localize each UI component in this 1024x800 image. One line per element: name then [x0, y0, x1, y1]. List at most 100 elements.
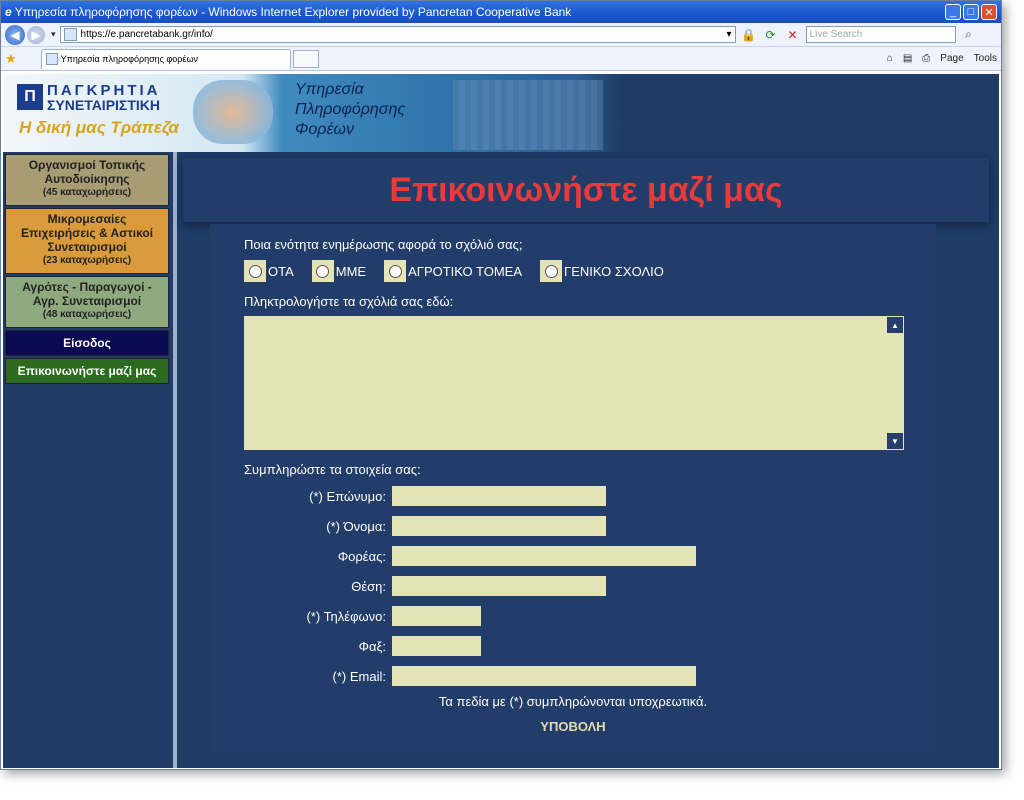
radio-label: ΟΤΑ	[268, 263, 294, 279]
logo-line2: ΣΥΝΕΤΑΙΡΙΣΤΙΚΗ	[47, 97, 160, 113]
command-bar: ⌂ ▤ ⎙ Page Tools	[887, 53, 997, 64]
browser-window: e Υπηρεσία πληροφόρησης φορέων - Windows…	[0, 0, 1002, 770]
radio-agrotiko[interactable]: ΑΓΡΟΤΙΚΟ ΤΟΜΕΑ	[384, 260, 522, 282]
service-line3: Φορέων	[295, 121, 354, 138]
address-bar[interactable]: https://e.pancretabank.gr/info/ ▾	[59, 26, 736, 43]
section-radio-group: ΟΤΑ ΜΜΕ ΑΓΡΟΤΙΚΟ ΤΟΜΕΑ ΓΕΝΙΚΟ ΣΧΟΛΙΟ	[244, 260, 682, 282]
address-toolbar: ◀ ▶ ▾ https://e.pancretabank.gr/info/ ▾ …	[1, 23, 1001, 47]
address-dropdown-icon[interactable]: ▾	[727, 29, 732, 40]
favorites-star-icon[interactable]: ★	[5, 51, 17, 67]
field-label: (*) Επώνυμο:	[309, 488, 386, 504]
tab-title: Υπηρεσία πληροφόρησης φορέων	[60, 54, 198, 64]
comment-textarea[interactable]: ▲ ▼	[244, 316, 904, 450]
maximize-button[interactable]: □	[963, 4, 979, 20]
sidebar-item-label: Είσοδος	[63, 336, 111, 350]
heading-box: Επικοινωνήστε μαζί μας	[183, 158, 989, 222]
logo-slogan: Η δική μας Τράπεζα	[19, 118, 179, 137]
print-icon[interactable]: ⎙	[922, 53, 930, 64]
stop-icon[interactable]: ✕	[784, 26, 802, 44]
page-title: Επικοινωνήστε μαζί μας	[389, 171, 783, 209]
service-name: Υπηρεσία Πληροφόρησης Φορέων	[295, 80, 405, 140]
building-photo	[453, 80, 603, 150]
tab-active[interactable]: Υπηρεσία πληροφόρησης φορέων	[40, 48, 291, 69]
required-note: Τα πεδία με (*) συμπληρώνονται υποχρεωτι…	[438, 694, 708, 709]
field-label: (*) Email:	[332, 668, 386, 684]
field-row-phone: (*) Τηλέφωνο:	[210, 606, 481, 626]
email-input[interactable]	[392, 666, 696, 686]
sidebar: Οργανισμοί Τοπικής Αυτοδιοίκησης (45 κατ…	[3, 152, 173, 768]
field-row-email: (*) Email:	[210, 666, 696, 686]
sidebar-item-contact[interactable]: Επικοινωνήστε μαζί μας	[5, 358, 169, 384]
window-title: Υπηρεσία πληροφόρησης φορέων - Windows I…	[14, 5, 572, 19]
radio-label: ΓΕΝΙΚΟ ΣΧΟΛΙΟ	[564, 263, 664, 279]
radio-mme[interactable]: ΜΜΕ	[311, 260, 367, 282]
radio-label: ΜΜΕ	[335, 263, 367, 279]
family-photo	[193, 80, 273, 144]
comment-prompt: Πληκτρολογήστε τα σχόλιά σας εδώ:	[244, 294, 454, 309]
page-content: Π ΠΑΓΚΡΗΤΙΑ ΣΥΝΕΤΑΙΡΙΣΤΙΚΗ Η δική μας Τρ…	[3, 74, 999, 768]
field-row-name: (*) Όνομα:	[210, 516, 606, 536]
sidebar-item-label: Μικρομεσαίες Επιχειρήσεις & Αστικοί Συνε…	[20, 212, 154, 254]
sidebar-item-count: (45 καταχωρήσεις)	[42, 187, 132, 198]
sidebar-item-ota[interactable]: Οργανισμοί Τοπικής Αυτοδιοίκησης (45 κατ…	[5, 154, 169, 206]
section-question: Ποια ενότητα ενημέρωσης αφορά το σχόλιό …	[244, 237, 523, 252]
field-label: Φαξ:	[358, 638, 386, 654]
close-button[interactable]: ✕	[981, 4, 997, 20]
new-tab-button[interactable]	[292, 49, 319, 68]
back-icon[interactable]: ◀	[5, 24, 25, 45]
surname-input[interactable]	[392, 486, 606, 506]
field-label: (*) Τηλέφωνο:	[306, 608, 386, 624]
refresh-icon[interactable]: ⟳	[762, 26, 780, 44]
field-label: Φορέας:	[337, 548, 386, 564]
search-placeholder: Live Search	[809, 29, 863, 40]
search-input[interactable]: Live Search	[805, 26, 956, 43]
page-menu[interactable]: Page	[940, 53, 963, 64]
scroll-up-icon[interactable]: ▲	[887, 317, 903, 333]
field-row-organization: Φορέας:	[210, 546, 696, 566]
search-icon[interactable]: ⌕	[960, 26, 978, 44]
ie-logo-icon: e	[5, 5, 12, 19]
fax-input[interactable]	[392, 636, 481, 656]
tools-menu[interactable]: Tools	[974, 53, 997, 64]
title-bar: e Υπηρεσία πληροφόρησης φορέων - Windows…	[1, 1, 1001, 23]
scroll-down-icon[interactable]: ▼	[887, 433, 903, 449]
contact-form: Ποια ενότητα ενημέρωσης αφορά το σχόλιό …	[210, 224, 936, 752]
logo-mark-icon: Π	[17, 84, 43, 110]
sidebar-item-label: Επικοινωνήστε μαζί μας	[17, 364, 157, 378]
tab-page-icon	[45, 53, 58, 65]
submit-button[interactable]: ΥΠΟΒΟΛΗ	[210, 719, 936, 734]
bank-logo: Π ΠΑΓΚΡΗΤΙΑ ΣΥΝΕΤΑΙΡΙΣΤΙΚΗ Η δική μας Τρ…	[17, 82, 179, 142]
field-row-position: Θέση:	[210, 576, 606, 596]
lock-icon[interactable]: 🔒	[740, 26, 758, 44]
field-row-surname: (*) Επώνυμο:	[210, 486, 606, 506]
forward-icon[interactable]: ▶	[27, 25, 45, 44]
sidebar-item-count: (48 καταχωρήσεις)	[42, 309, 132, 320]
details-header: Συμπληρώστε τα στοιχεία σας:	[244, 462, 421, 477]
sidebar-item-count: (23 καταχωρήσεις)	[42, 255, 132, 266]
sidebar-item-label: Οργανισμοί Τοπικής Αυτοδιοίκησης	[28, 158, 146, 186]
textarea-scrollbar[interactable]: ▲ ▼	[886, 316, 904, 450]
name-input[interactable]	[392, 516, 606, 536]
feeds-icon[interactable]: ▤	[903, 53, 912, 64]
page-icon	[63, 28, 77, 41]
radio-ota[interactable]: ΟΤΑ	[244, 260, 294, 282]
history-dropdown-icon[interactable]: ▾	[51, 29, 56, 40]
organization-input[interactable]	[392, 546, 696, 566]
sidebar-item-label: Αγρότες - Παραγωγοί - Αγρ. Συνεταιρισμοί	[22, 280, 152, 308]
sidebar-divider	[173, 152, 177, 768]
radio-label: ΑΓΡΟΤΙΚΟ ΤΟΜΕΑ	[408, 263, 523, 279]
field-row-fax: Φαξ:	[210, 636, 481, 656]
home-icon[interactable]: ⌂	[887, 53, 893, 64]
service-line2: Πληροφόρησης	[295, 101, 406, 118]
sidebar-item-login[interactable]: Είσοδος	[5, 330, 169, 356]
phone-input[interactable]	[392, 606, 481, 626]
sidebar-item-mme[interactable]: Μικρομεσαίες Επιχειρήσεις & Αστικοί Συνε…	[5, 208, 169, 274]
radio-geniko[interactable]: ΓΕΝΙΚΟ ΣΧΟΛΙΟ	[540, 260, 664, 282]
address-url[interactable]: https://e.pancretabank.gr/info/	[81, 29, 727, 40]
field-label: Θέση:	[351, 578, 386, 594]
field-label: (*) Όνομα:	[326, 518, 386, 534]
minimize-button[interactable]: _	[945, 4, 961, 20]
position-input[interactable]	[392, 576, 606, 596]
sidebar-item-agrotes[interactable]: Αγρότες - Παραγωγοί - Αγρ. Συνεταιρισμοί…	[5, 276, 169, 328]
service-line1: Υπηρεσία	[295, 81, 364, 98]
